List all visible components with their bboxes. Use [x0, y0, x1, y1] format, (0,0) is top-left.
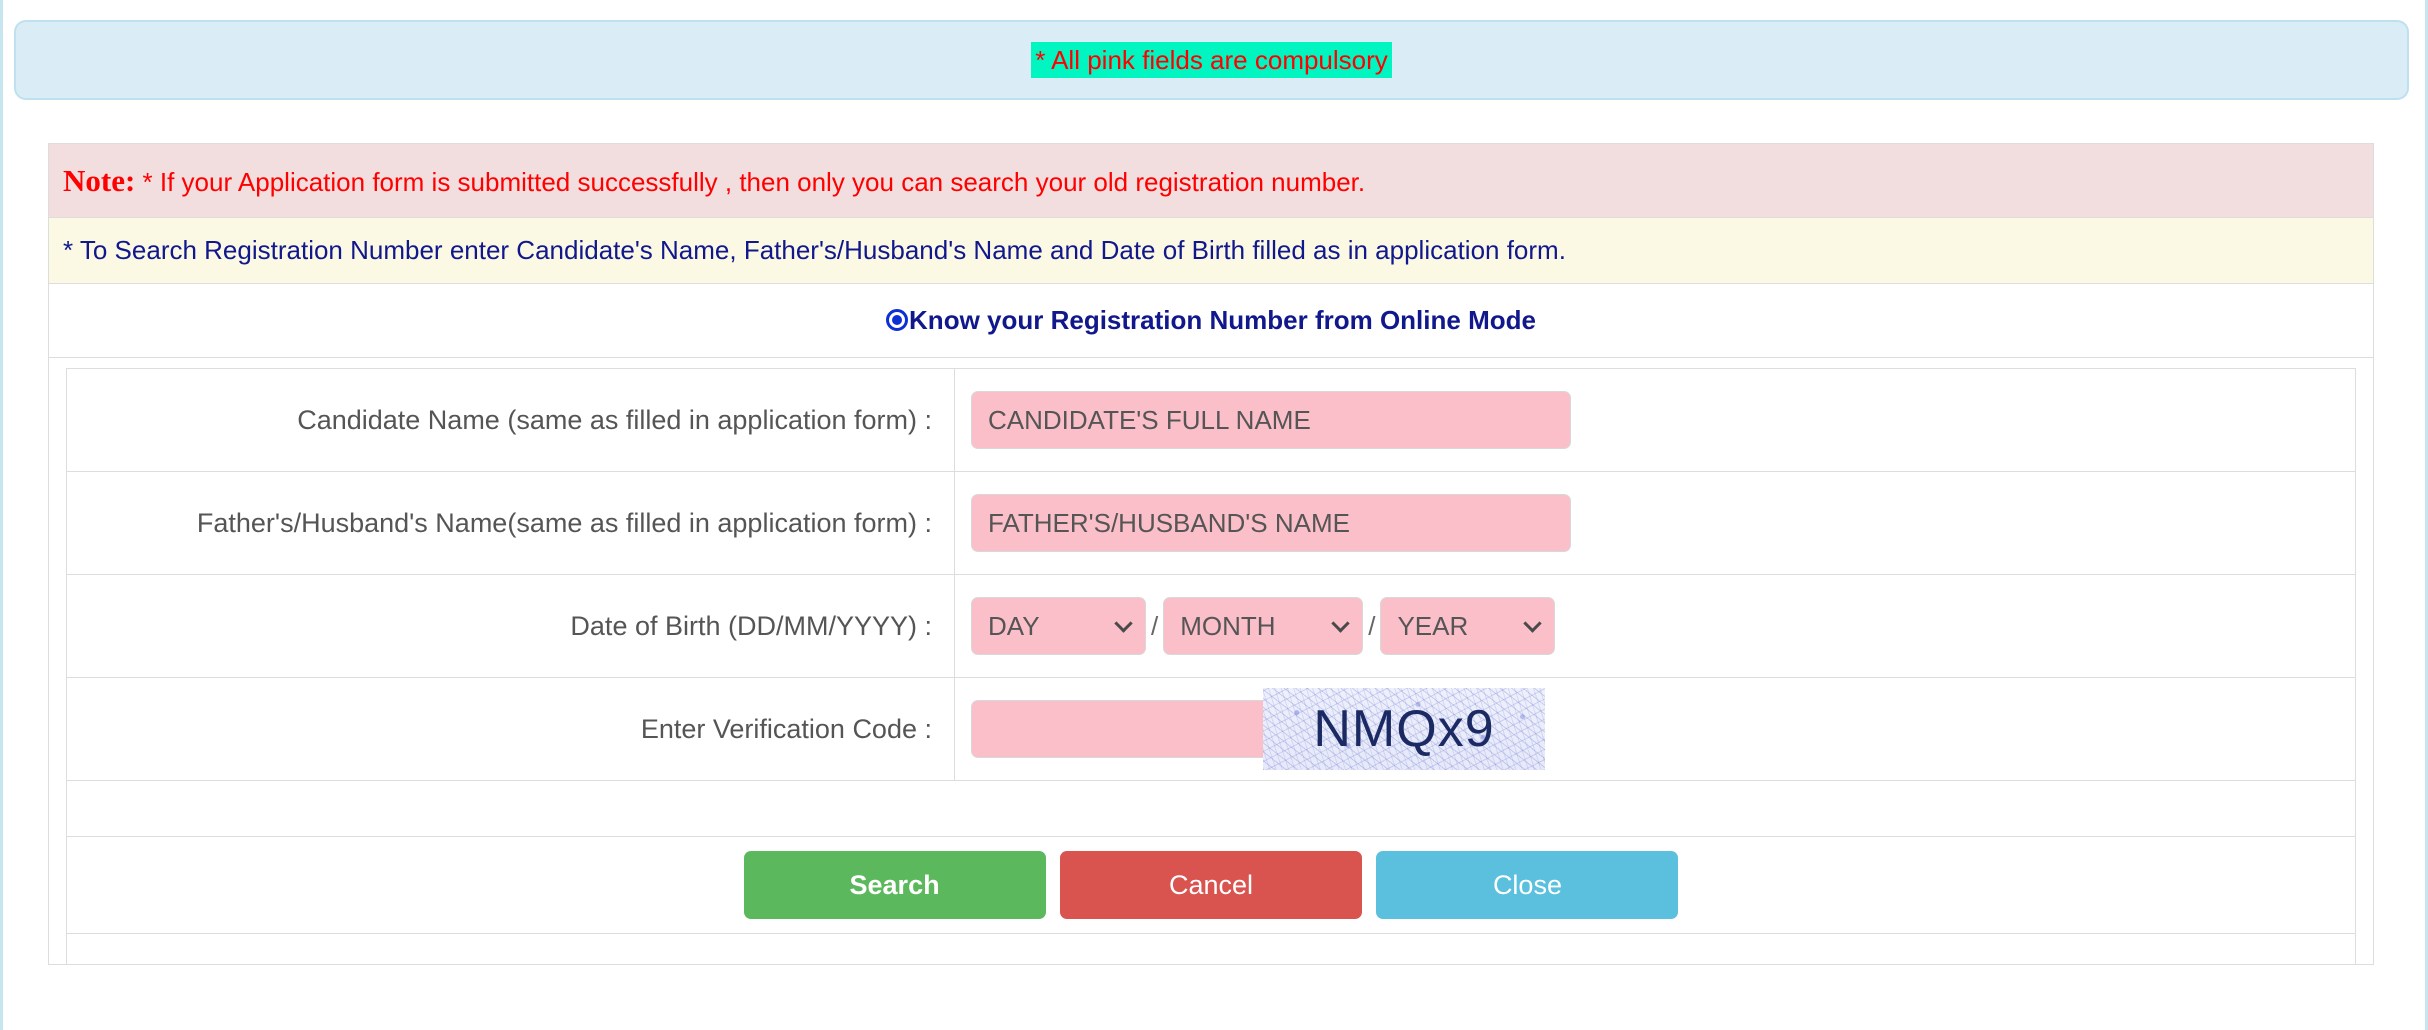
online-mode-option[interactable]: Know your Registration Number from Onlin…: [886, 305, 1536, 336]
dob-year-wrap: YEAR: [1380, 597, 1556, 655]
note-row: Note: * If your Application form is subm…: [48, 143, 2374, 218]
verification-code-row: Enter Verification Code : NMQx9: [66, 677, 2356, 781]
online-mode-radio-icon[interactable]: [886, 309, 909, 332]
registration-search-panel: Note: * If your Application form is subm…: [48, 143, 2374, 965]
captcha-code-text: NMQx9: [1313, 700, 1495, 758]
compulsory-fields-banner: * All pink fields are compulsory: [14, 20, 2409, 100]
candidate-name-label: Candidate Name (same as filled in applic…: [66, 368, 955, 472]
father-husband-name-row: Father's/Husband's Name(same as filled i…: [66, 471, 2356, 575]
compulsory-fields-text: * All pink fields are compulsory: [1031, 42, 1392, 78]
candidate-name-field-cell: [954, 368, 2356, 472]
captcha-image: NMQx9: [1263, 688, 1545, 770]
dob-separator-1: /: [1151, 610, 1159, 641]
instruction-cell: * To Search Registration Number enter Ca…: [48, 217, 2374, 284]
verification-code-label: Enter Verification Code :: [66, 677, 955, 781]
dob-month-select[interactable]: MONTH: [1163, 597, 1364, 655]
dob-separator-2: /: [1368, 610, 1376, 641]
form-cell: Candidate Name (same as filled in applic…: [48, 357, 2374, 965]
verification-code-input[interactable]: [971, 700, 1271, 758]
instruction-text: * To Search Registration Number enter Ca…: [63, 235, 1566, 265]
online-mode-label: Know your Registration Number from Onlin…: [909, 304, 1536, 335]
dob-day-select[interactable]: DAY: [971, 597, 1146, 655]
spacer-cell-1: [66, 780, 2356, 837]
dob-day-wrap: DAY: [971, 597, 1146, 655]
page-root: * All pink fields are compulsory Note: *…: [0, 0, 2428, 1030]
spacer-cell-2: [66, 933, 2356, 964]
form-row: Candidate Name (same as filled in applic…: [48, 357, 2374, 965]
verification-code-field-cell: NMQx9: [954, 677, 2356, 781]
instruction-row: * To Search Registration Number enter Ca…: [48, 217, 2374, 284]
note-label: Note:: [63, 162, 136, 198]
mode-cell: Know your Registration Number from Onlin…: [48, 283, 2374, 358]
father-husband-name-field-cell: [954, 471, 2356, 575]
spacer-row-1: [66, 780, 2356, 837]
father-husband-name-label: Father's/Husband's Name(same as filled i…: [66, 471, 955, 575]
date-of-birth-label: Date of Birth (DD/MM/YYYY) :: [66, 574, 955, 678]
spacer-row-2: [66, 933, 2356, 964]
note-cell: Note: * If your Application form is subm…: [48, 143, 2374, 218]
search-form-table: Candidate Name (same as filled in applic…: [66, 368, 2356, 964]
mode-row: Know your Registration Number from Onlin…: [48, 283, 2374, 358]
dob-month-wrap: MONTH: [1163, 597, 1364, 655]
date-of-birth-field-cell: DAY / MONTH / YEAR: [954, 574, 2356, 678]
note-body: * If your Application form is submitted …: [135, 166, 1366, 197]
date-of-birth-row: Date of Birth (DD/MM/YYYY) : DAY / MONTH…: [66, 574, 2356, 678]
search-button[interactable]: Search: [743, 851, 1046, 919]
dob-year-select[interactable]: YEAR: [1380, 597, 1556, 655]
action-buttons-cell: Search Cancel Close: [66, 836, 2356, 934]
candidate-name-input[interactable]: [971, 391, 1571, 449]
close-button[interactable]: Close: [1376, 851, 1679, 919]
cancel-button[interactable]: Cancel: [1060, 851, 1362, 919]
action-buttons-row: Search Cancel Close: [66, 836, 2356, 934]
father-husband-name-input[interactable]: [971, 494, 1571, 552]
candidate-name-row: Candidate Name (same as filled in applic…: [66, 368, 2356, 472]
